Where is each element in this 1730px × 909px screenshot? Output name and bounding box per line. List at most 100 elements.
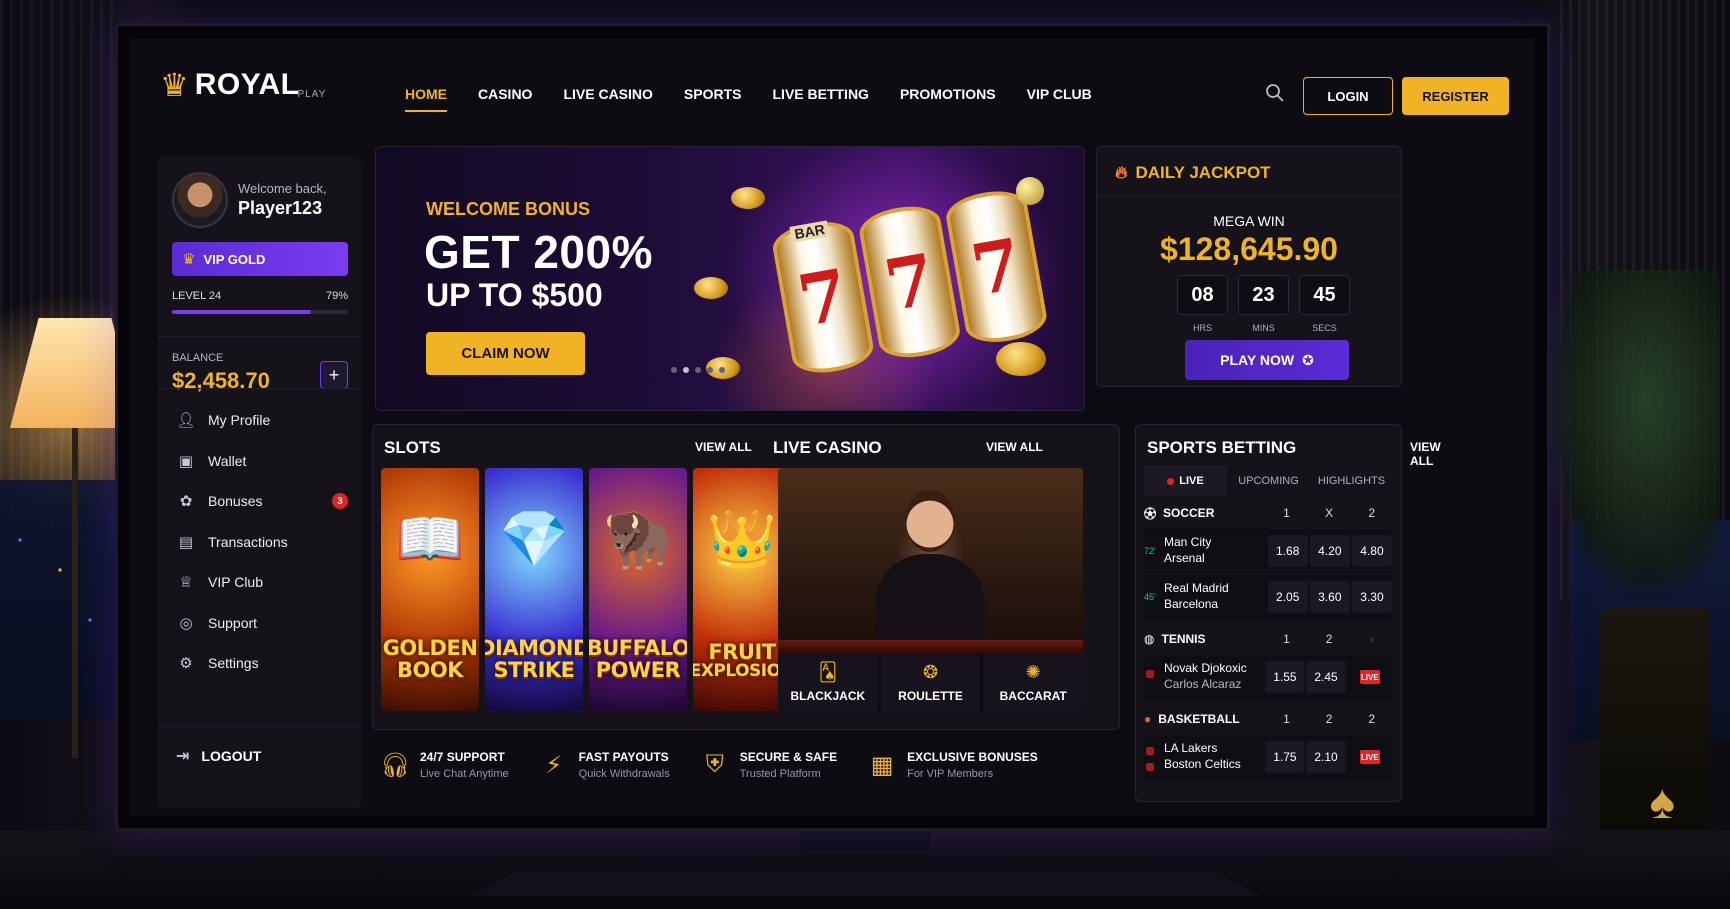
sidebar-item-bonuses[interactable]: ✿ Bonuses 3	[172, 481, 348, 522]
odds-button[interactable]: 4.80	[1351, 535, 1392, 567]
brand-logo[interactable]: ♛ ROYAL PLAY	[160, 68, 326, 102]
tab-live[interactable]: LIVE	[1144, 466, 1227, 496]
live-casino-card[interactable]: 🂡 BLACKJACK ❂ ROULETTE ✺ BACCARAT	[778, 468, 1083, 711]
level-percent: 79%	[325, 290, 348, 302]
live-dot-icon	[1167, 477, 1175, 485]
match-teams[interactable]: 45' Real Madrid Barcelona	[1144, 581, 1267, 612]
banner-kicker: WELCOME BONUS	[426, 199, 590, 219]
live-casino-title: LIVE CASINO	[773, 438, 882, 457]
nav-sports[interactable]: SPORTS	[684, 86, 742, 112]
slot-handle	[1016, 177, 1044, 205]
nav-vip-club[interactable]: VIP CLUB	[1027, 86, 1092, 112]
nav-live-betting[interactable]: LIVE BETTING	[773, 86, 869, 112]
logout-label: LOGOUT	[201, 748, 262, 764]
window-blinds-left	[0, 0, 120, 560]
slot-card-fruit-explosion[interactable]: 👑 FRUIT EXPLOSION	[693, 468, 791, 711]
nav-promotions[interactable]: PROMOTIONS	[900, 86, 996, 112]
live-casino-games: 🂡 BLACKJACK ❂ ROULETTE ✺ BACCARAT	[778, 653, 1083, 711]
buffalo-icon: 🦬	[603, 507, 673, 570]
slot-card-buffalo-power[interactable]: 🦬 BUFFALO POWER	[589, 468, 687, 711]
match-teams[interactable]: LA Lakers Boston Celtics	[1144, 741, 1264, 772]
match-teams[interactable]: 72' Man City Arsenal	[1144, 535, 1267, 566]
timer-minutes: 23 MINS	[1238, 275, 1289, 333]
jackpot-title: 🔥︎ DAILY JACKPOT	[1115, 163, 1271, 183]
carousel-dot[interactable]	[695, 367, 701, 373]
nav-live-casino[interactable]: LIVE CASINO	[563, 86, 652, 112]
sidebar-item-label: My Profile	[208, 412, 271, 429]
odds-button[interactable]: 3.30	[1351, 581, 1392, 613]
odds-button[interactable]: 2.45	[1306, 661, 1346, 693]
avatar[interactable]	[172, 172, 228, 228]
nav-home[interactable]: HOME	[405, 86, 447, 112]
odds-button[interactable]: 2.10	[1306, 741, 1346, 773]
slot-card-golden-book[interactable]: 📖 GOLDEN BOOK	[381, 468, 479, 711]
home-team: LA Lakers	[1164, 741, 1218, 756]
logout-button[interactable]: ⇥ LOGOUT	[176, 746, 261, 766]
carousel-dot[interactable]	[683, 367, 689, 373]
live-game-blackjack[interactable]: 🂡 BLACKJACK	[778, 653, 878, 711]
sports-view-all[interactable]: VIEW ALL	[1410, 440, 1441, 468]
jackpot-title-text: DAILY JACKPOT	[1135, 163, 1271, 182]
carousel-dot[interactable]	[707, 367, 713, 373]
carousel-dot[interactable]	[719, 367, 725, 373]
crown-icon: ♛	[182, 251, 196, 268]
tab-upcoming[interactable]: UPCOMING	[1227, 466, 1310, 496]
chevron-right-icon[interactable]: ›	[1350, 632, 1393, 646]
slots-view-all[interactable]: VIEW ALL	[695, 440, 752, 454]
player-flag-icon	[1146, 670, 1154, 679]
claim-now-button[interactable]: CLAIM NOW	[426, 332, 585, 375]
sport-name: ⚽︎ SOCCER	[1144, 505, 1265, 522]
brand-sub: PLAY	[297, 88, 327, 100]
match-teams[interactable]: Novak Djokoxic Carlos Alcaraz	[1144, 661, 1264, 692]
tab-highlights[interactable]: HIGHLIGHTS	[1310, 466, 1393, 496]
sidebar-item-my-profile[interactable]: 👤︎ My Profile	[172, 400, 348, 441]
odds-col-header: 1	[1283, 506, 1290, 520]
slot-card-diamond-strike[interactable]: 💎 DIAMOND STRIKE	[485, 468, 583, 711]
sidebar-item-settings[interactable]: ⚙ Settings	[172, 643, 348, 684]
sidebar: Welcome back, Player123 ♛ VIP GOLD LEVEL…	[158, 156, 361, 808]
timer-unit: HRS	[1192, 323, 1212, 333]
carousel-dot[interactable]	[671, 367, 677, 373]
odds-button[interactable]: 3.60	[1309, 581, 1350, 613]
slot-title: BOOK	[397, 657, 463, 682]
timer-value: 08	[1177, 275, 1228, 315]
odds-col-header: 1	[1283, 712, 1290, 726]
play-now-button[interactable]: PLAY NOW ✪	[1185, 340, 1349, 380]
deposit-button[interactable]: +	[320, 361, 348, 389]
odds-button[interactable]: 1.68	[1267, 535, 1308, 567]
timer-unit: SECS	[1312, 323, 1337, 333]
away-team: Barcelona	[1164, 597, 1219, 611]
match-minute: 45'	[1144, 592, 1156, 603]
away-team: Arsenal	[1164, 551, 1205, 565]
live-casino-view-all[interactable]: VIEW ALL	[986, 440, 1043, 454]
odds-button[interactable]: 1.55	[1265, 661, 1305, 693]
odds-button[interactable]: 2.05	[1267, 581, 1308, 613]
register-button[interactable]: REGISTER	[1402, 77, 1509, 115]
vip-badge[interactable]: ♛ VIP GOLD	[172, 242, 348, 276]
welcome-bonus-banner[interactable]: WELCOME BONUS GET 200% UP TO $500 CLAIM …	[375, 146, 1085, 411]
odds-button[interactable]: 1.75	[1265, 741, 1305, 773]
login-button[interactable]: LOGIN	[1303, 77, 1393, 115]
timer-value: 23	[1238, 275, 1289, 315]
slot-title: GOLDEN	[382, 635, 478, 660]
feature-title: SECURE & SAFE	[739, 750, 838, 764]
jackpot-amount: $128,645.90	[1160, 231, 1338, 267]
sidebar-item-support[interactable]: ◎ Support	[172, 603, 348, 644]
sidebar-item-vip-club[interactable]: ♕ VIP Club	[172, 562, 348, 603]
nav-casino[interactable]: CASINO	[478, 86, 532, 112]
sport-label: TENNIS	[1161, 632, 1206, 646]
match-minute: 72'	[1144, 546, 1156, 557]
live-game-baccarat[interactable]: ✺ BACCARAT	[983, 653, 1083, 711]
jackpot-label: MEGA WIN	[1213, 213, 1285, 229]
odds-button[interactable]: 4.20	[1309, 535, 1350, 567]
live-game-roulette[interactable]: ❂ ROULETTE	[880, 653, 981, 711]
sidebar-item-transactions[interactable]: ▤ Transactions	[172, 522, 348, 563]
crown-fruit-icon: 👑	[707, 507, 777, 570]
search-icon[interactable]	[1265, 83, 1285, 103]
slot-title: POWER	[595, 657, 681, 682]
sidebar-item-wallet[interactable]: ▣ Wallet	[172, 441, 348, 482]
username: Player123	[238, 198, 323, 218]
balance-amount: $2,458.70	[172, 368, 270, 393]
city-lights-left	[0, 480, 115, 720]
features-strip: 🎧︎ 24/7 SUPPORT Live Chat Anytime ⚡︎ FAS…	[380, 740, 1120, 790]
